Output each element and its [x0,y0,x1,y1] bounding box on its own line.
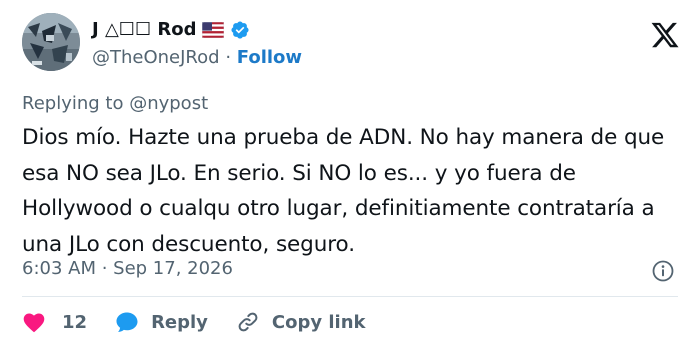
display-name[interactable]: J △☐☐ Rod [92,19,196,41]
info-icon[interactable] [652,260,674,282]
author-name-row[interactable]: J △☐☐ Rod [92,19,250,41]
avatar[interactable] [22,13,80,71]
divider [22,296,678,297]
copy-link-button[interactable]: Copy link [236,310,366,334]
us-flag-icon [202,21,225,39]
link-icon [236,310,260,334]
like-count: 12 [62,311,88,333]
action-bar: 12 Reply Copy link [22,308,366,336]
tweet-timestamp[interactable]: 6:03 AM · Sep 17, 2026 [22,258,233,279]
reply-label: Reply [151,311,208,333]
speech-bubble-icon [115,311,139,333]
handle-row: @TheOneJRod · Follow [92,47,302,69]
handle[interactable]: @TheOneJRod [92,47,220,68]
verified-badge-icon[interactable] [230,20,250,40]
like-button[interactable]: 12 [22,311,87,333]
tweet-text: Dios mío. Hazte una prueba de ADN. No ha… [22,125,665,257]
copy-link-label: Copy link [271,311,366,333]
x-logo-icon[interactable] [650,20,680,50]
handle-separator: · [225,47,237,68]
follow-button[interactable]: Follow [237,47,302,68]
tweet-card: J △☐☐ Rod @TheOneJRod · Follow Replying … [0,0,700,348]
replying-to: Replying to @nypost [22,93,209,114]
heart-icon [22,311,46,333]
reply-button[interactable]: Reply [115,311,208,333]
